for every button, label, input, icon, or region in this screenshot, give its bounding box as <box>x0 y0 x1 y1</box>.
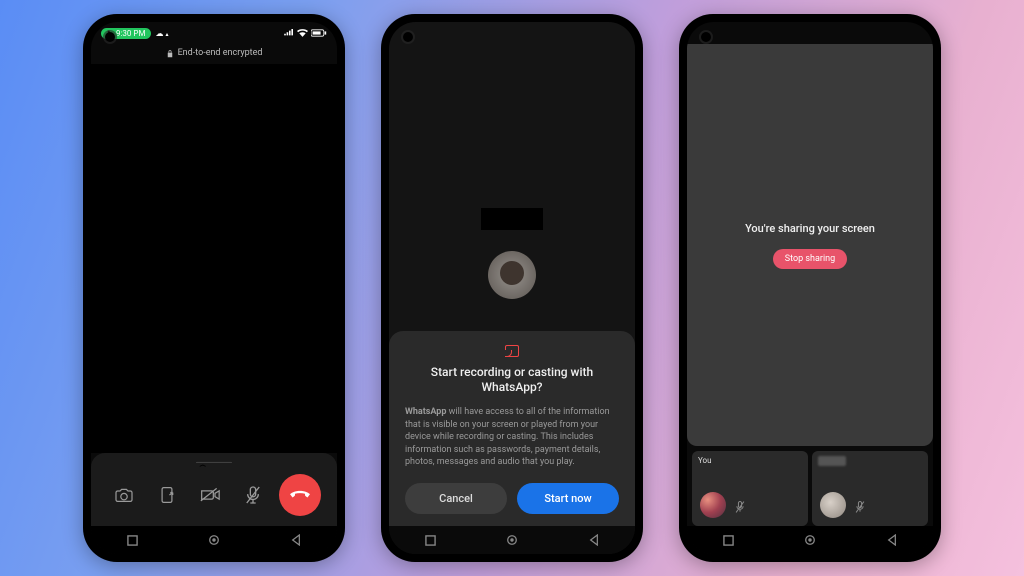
nav-back-button[interactable] <box>289 533 303 547</box>
nav-home-button[interactable] <box>803 533 817 547</box>
android-navbar <box>91 526 337 554</box>
screen-share-button[interactable] <box>150 478 184 512</box>
status-bar: 9:30 PM ☁ ▴ <box>91 22 337 44</box>
sheet-title: Start recording or casting with WhatsApp… <box>405 365 619 396</box>
avatar <box>700 492 726 518</box>
tile-label-you: You <box>698 456 712 465</box>
participant-tile-other[interactable] <box>812 451 928 526</box>
participant-tile-self[interactable]: You <box>692 451 808 526</box>
cast-icon <box>405 345 619 357</box>
avatar <box>820 492 846 518</box>
nav-recents-button[interactable] <box>721 533 735 547</box>
sharing-label: You're sharing your screen <box>745 222 875 235</box>
start-now-button[interactable]: Start now <box>517 483 619 514</box>
video-off-button[interactable] <box>193 478 227 512</box>
lock-icon <box>166 49 174 58</box>
sharing-screen-area: You're sharing your screen Stop sharing <box>687 44 933 446</box>
mic-muted-icon <box>854 500 866 514</box>
status-bar-empty <box>687 22 933 44</box>
encryption-label: End-to-end encrypted <box>178 48 263 58</box>
permission-sheet: Start recording or casting with WhatsApp… <box>389 331 635 526</box>
app-name-bold: WhatsApp <box>405 407 446 417</box>
mic-muted-icon <box>734 500 746 514</box>
wifi-icon <box>297 29 308 37</box>
camera-hole <box>403 32 413 42</box>
nav-back-button[interactable] <box>587 533 601 547</box>
status-time: 9:30 PM <box>116 29 145 38</box>
nav-recents-button[interactable] <box>125 533 139 547</box>
nav-back-button[interactable] <box>885 533 899 547</box>
contact-avatar <box>488 251 536 299</box>
phone-mockup-2: Start recording or casting with WhatsApp… <box>381 14 643 562</box>
participant-tiles: You <box>687 446 933 526</box>
nav-home-button[interactable] <box>505 533 519 547</box>
switch-camera-button[interactable] <box>107 478 141 512</box>
signal-icon <box>284 29 294 37</box>
camera-hole <box>105 32 115 42</box>
status-right-icons <box>284 29 327 37</box>
sheet-body: WhatsApp will have access to all of the … <box>405 406 619 469</box>
android-navbar <box>389 526 635 554</box>
phone-mockup-3: You're sharing your screen Stop sharing … <box>679 14 941 562</box>
phone-mockup-1: 9:30 PM ☁ ▴ End-to-end encrypted ⌃ <box>83 14 345 562</box>
encryption-notice: End-to-end encrypted <box>91 44 337 64</box>
cancel-button[interactable]: Cancel <box>405 483 507 514</box>
drag-handle[interactable]: ⌃ <box>196 462 232 464</box>
mic-off-button[interactable] <box>236 478 270 512</box>
tile-label-redacted <box>818 456 846 466</box>
redacted-name <box>481 208 543 230</box>
status-weather-icons: ☁ ▴ <box>155 29 168 38</box>
end-call-button[interactable] <box>279 474 321 516</box>
nav-home-button[interactable] <box>207 533 221 547</box>
battery-icon <box>311 29 327 37</box>
android-navbar <box>687 526 933 554</box>
nav-recents-button[interactable] <box>423 533 437 547</box>
call-controls-panel: ⌃ <box>91 453 337 526</box>
stop-sharing-button[interactable]: Stop sharing <box>773 249 847 269</box>
camera-hole <box>701 32 711 42</box>
video-call-area[interactable] <box>91 64 337 453</box>
